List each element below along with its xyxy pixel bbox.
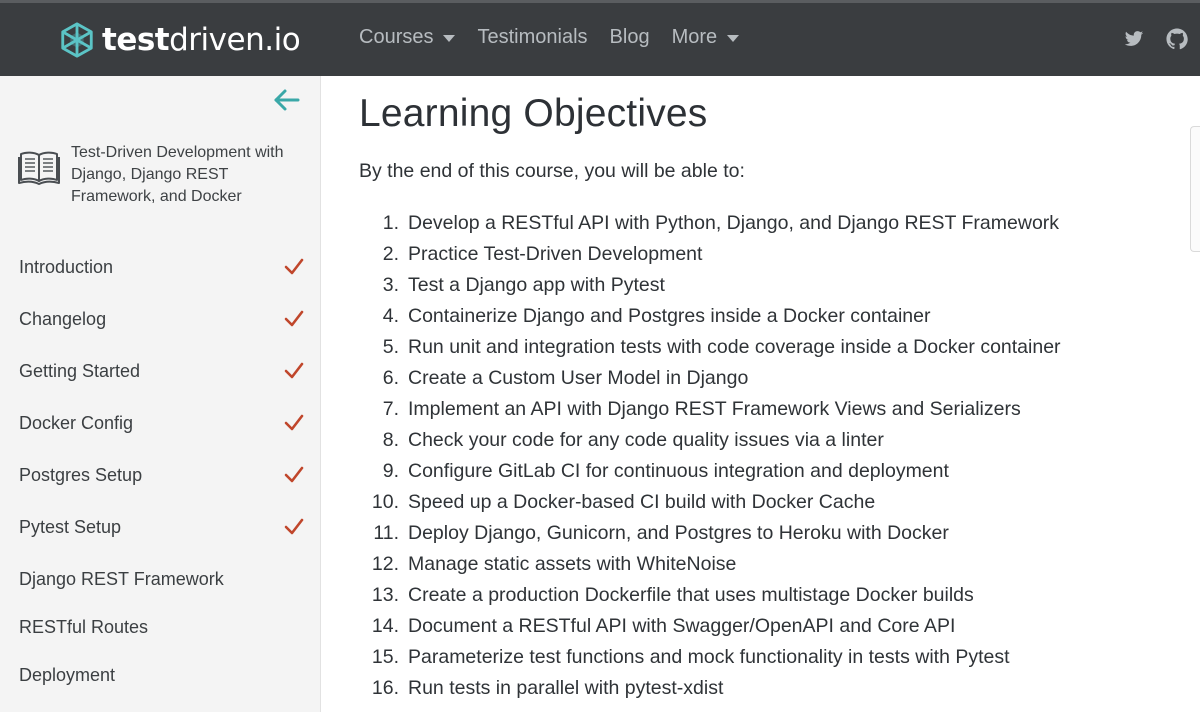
list-number: 12.	[371, 553, 399, 575]
list-item: 3. Test a Django app with Pytest	[359, 270, 1159, 301]
list-text: Manage static assets with WhiteNoise	[408, 553, 737, 575]
list-number: 15.	[371, 646, 399, 668]
list-text: Test a Django app with Pytest	[408, 274, 665, 296]
list-item: 8. Check your code for any code quality i…	[359, 425, 1159, 456]
sidebar-item-pytest-setup[interactable]: Pytest Setup	[19, 512, 304, 542]
sidebar-item-deployment[interactable]: Deployment	[19, 660, 304, 690]
list-number: 13.	[371, 584, 399, 606]
list-text: Check your code for any code quality iss…	[408, 429, 884, 451]
list-number: 8.	[382, 429, 399, 451]
list-text: Run unit and integration tests with code…	[408, 336, 1061, 358]
list-number: 10.	[371, 491, 399, 513]
checkmark-icon	[284, 362, 304, 379]
checkmark-icon	[284, 310, 304, 327]
checkmark-icon	[284, 258, 304, 275]
chapter-label: Introduction	[19, 256, 114, 277]
list-text: Implement an API with Django REST Framew…	[408, 398, 1021, 420]
list-item: 5. Run unit and integration tests with co…	[359, 332, 1159, 363]
list-text: Configure GitLab CI for continuous integ…	[408, 460, 949, 482]
chapter-label: RESTful Routes	[19, 616, 149, 637]
nav-menu: Courses Testimonials Blog More	[359, 26, 761, 49]
list-text: Create a production Dockerfile that uses…	[408, 584, 974, 606]
list-text: Deploy Django, Gunicorn, and Postgres to…	[408, 522, 949, 544]
chapter-label: Deployment	[19, 664, 116, 685]
nav-courses-label: Courses	[359, 26, 434, 48]
nav-testimonials-label: Testimonials	[477, 26, 588, 48]
list-text: Run tests in parallel with pytest-xdist	[408, 677, 724, 699]
list-number: 16.	[371, 677, 399, 699]
page-title: Learning Objectives	[359, 92, 708, 135]
list-item: 6. Create a Custom User Model in Django	[359, 363, 1159, 394]
checkmark-icon	[284, 414, 304, 431]
list-number: 9.	[382, 460, 399, 482]
list-number: 2.	[382, 243, 399, 265]
github-icon[interactable]	[1165, 27, 1189, 51]
list-text: Speed up a Docker-based CI build with Do…	[408, 491, 876, 513]
brand-name: testdriven.io	[102, 22, 301, 58]
list-text: Document a RESTful API with Swagger/Open…	[408, 615, 956, 637]
arrow-left-icon[interactable]	[272, 88, 302, 112]
chapter-label: Docker Config	[19, 412, 134, 433]
sidebar-item-introduction[interactable]: Introduction	[19, 252, 304, 282]
list-text: Create a Custom User Model in Django	[408, 367, 749, 389]
list-number: 1.	[382, 212, 399, 234]
list-number: 7.	[382, 398, 399, 420]
nav-blog-link[interactable]: Blog	[610, 26, 650, 49]
caret-down-icon	[727, 35, 740, 42]
sidebar-item-changelog[interactable]: Changelog	[19, 304, 304, 334]
cube-logo-icon	[61, 22, 93, 58]
caret-down-icon	[443, 35, 456, 42]
course-sidebar: Test-Driven Development with Django, Dja…	[0, 76, 321, 712]
list-number: 3.	[382, 274, 399, 296]
sidebar-item-postgres-setup[interactable]: Postgres Setup	[19, 460, 304, 490]
sidebar-item-getting-started[interactable]: Getting Started	[19, 356, 304, 386]
list-number: 6.	[382, 367, 399, 389]
list-number: 11.	[373, 522, 399, 544]
sidebar-item-django-rest-framework[interactable]: Django REST Framework	[19, 564, 304, 594]
twitter-icon[interactable]	[1122, 27, 1146, 51]
brand-logo-link[interactable]: testdriven.io	[58, 20, 301, 60]
navbar-top-border	[0, 0, 1200, 3]
list-item: 16. Run tests in parallel with pytest-xdi…	[359, 673, 1159, 704]
sidebar-item-docker-config[interactable]: Docker Config	[19, 408, 304, 438]
nav-courses-dropdown[interactable]: Courses	[359, 26, 456, 49]
checkmark-icon	[284, 466, 304, 483]
list-number: 14.	[371, 615, 399, 637]
list-item: 4. Containerize Django and Postgres insid…	[359, 301, 1159, 332]
list-number: 5.	[382, 336, 399, 358]
chapter-label: Postgres Setup	[19, 464, 143, 485]
list-number: 4.	[382, 305, 399, 327]
list-item: 13. Create a production Dockerfile that u…	[359, 580, 1159, 611]
intro-text: By the end of this course, you will be a…	[359, 160, 745, 182]
chapter-label: Changelog	[19, 308, 107, 329]
course-title: Test-Driven Development with Django, Dja…	[71, 144, 284, 205]
nav-more-label: More	[671, 26, 718, 48]
nav-more-dropdown[interactable]: More	[672, 26, 740, 49]
list-item: 7. Implement an API with Django REST Fram…	[359, 394, 1159, 425]
list-text: Parameterize test functions and mock fun…	[408, 646, 1010, 668]
chapter-label: Pytest Setup	[19, 516, 122, 537]
course-header[interactable]: Test-Driven Development with Django, Dja…	[18, 142, 308, 208]
list-item: 9. Configure GitLab CI for continuous int…	[359, 456, 1159, 487]
list-item: 15. Parameterize test functions and mock …	[359, 642, 1159, 673]
list-item: 14. Document a RESTful API with Swagger/O…	[359, 611, 1159, 642]
side-panel-tab[interactable]	[1190, 126, 1200, 252]
list-text: Containerize Django and Postgres inside …	[408, 305, 931, 327]
list-text: Develop a RESTful API with Python, Djang…	[408, 212, 1060, 234]
chapter-label: Getting Started	[19, 360, 141, 381]
list-item: 1. Develop a RESTful API with Python, Dja…	[359, 208, 1159, 239]
top-navbar: testdriven.io Courses Testimonials Blog …	[0, 0, 1200, 76]
list-item: 12. Manage static assets with WhiteNoise	[359, 549, 1159, 580]
chapter-label: Django REST Framework	[19, 568, 224, 589]
list-item: 2. Practice Test-Driven Development	[359, 239, 1159, 270]
nav-testimonials-link[interactable]: Testimonials	[477, 26, 587, 49]
book-icon	[18, 151, 60, 185]
list-item: 11. Deploy Django, Gunicorn, and Postgres…	[359, 518, 1159, 549]
nav-blog-label: Blog	[609, 26, 650, 48]
sidebar-item-restful-routes[interactable]: RESTful Routes	[19, 612, 304, 642]
list-item: 10. Speed up a Docker-based CI build with…	[359, 487, 1159, 518]
list-text: Practice Test-Driven Development	[408, 243, 703, 265]
checkmark-icon	[284, 518, 304, 535]
